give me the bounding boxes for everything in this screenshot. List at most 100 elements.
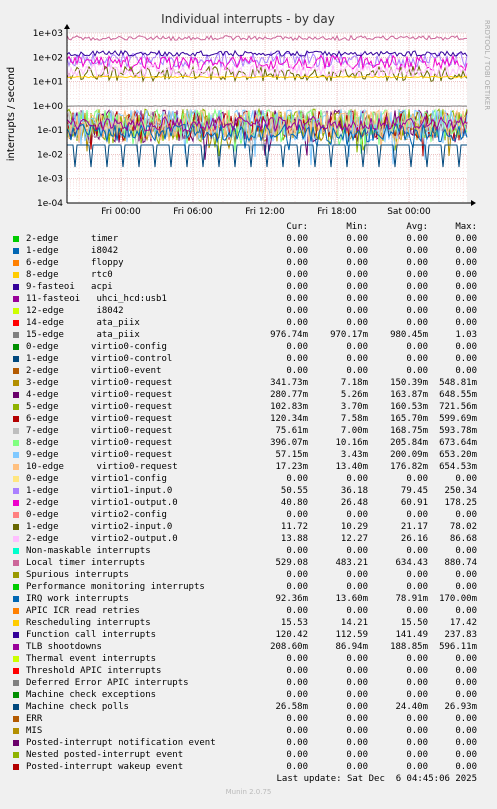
series-avg: 200.09m	[390, 449, 428, 461]
series-max: 170.00m	[439, 593, 477, 605]
series-max: 237.83	[444, 629, 477, 641]
legend-row: 2-edge virtio0-event0.000.000.000.00	[12, 365, 492, 377]
series-max: 0.00	[455, 305, 477, 317]
legend-swatch	[13, 380, 19, 386]
series-cur: 50.55	[281, 485, 308, 497]
legend-swatch	[13, 716, 19, 722]
x-axis-arrow	[471, 200, 476, 206]
series-cur: 57.15m	[275, 449, 308, 461]
series-name: Non-maskable interrupts	[26, 545, 151, 557]
series-avg: 0.00	[406, 689, 428, 701]
series-max: 17.42	[450, 617, 477, 629]
chart-title: Individual interrupts - by day	[161, 12, 335, 26]
series-name: Spurious interrupts	[26, 569, 129, 581]
y-tick-label: 1e+02	[33, 53, 63, 63]
series-min: 0.00	[346, 689, 368, 701]
legend-swatch	[13, 332, 19, 338]
series-cur: 0.00	[286, 569, 308, 581]
legend-row: 0-edge virtio0-config0.000.000.000.00	[12, 341, 492, 353]
series-max: 0.00	[455, 737, 477, 749]
series-max: 0.00	[455, 569, 477, 581]
series-avg: 26.16	[401, 533, 428, 545]
legend-row: 2-edge timer0.000.000.000.00	[12, 233, 492, 245]
legend-rows: 2-edge timer0.000.000.000.001-edge i8042…	[12, 233, 492, 773]
series-max: 0.00	[455, 581, 477, 593]
series-name: Function call interrupts	[26, 629, 156, 641]
legend-row: IRQ work interrupts92.36m13.60m78.91m170…	[12, 593, 492, 605]
series-min: 10.29	[341, 521, 368, 533]
series-max: 721.56m	[439, 401, 477, 413]
series-min: 7.58m	[341, 413, 368, 425]
series-max: 0.00	[455, 233, 477, 245]
series-avg: 0.00	[406, 233, 428, 245]
series-cur: 0.00	[286, 269, 308, 281]
series-min: 0.00	[346, 653, 368, 665]
legend-swatch	[13, 740, 19, 746]
series-avg: 141.49	[395, 629, 428, 641]
series-cur: 208.60m	[270, 641, 308, 653]
legend-swatch	[13, 524, 19, 530]
y-tick-label: 1e-01	[37, 126, 63, 136]
series-cur: 0.00	[286, 509, 308, 521]
legend-row: 1-edge i80420.000.000.000.00	[12, 245, 492, 257]
series-name: 15-edge ata_piix	[26, 329, 140, 341]
series-max: 0.00	[455, 473, 477, 485]
legend-swatch	[13, 440, 19, 446]
legend-row: Machine check exceptions0.000.000.000.00	[12, 689, 492, 701]
y-tick-label: 1e-03	[37, 175, 63, 185]
legend-swatch	[13, 584, 19, 590]
series-name: ERR	[26, 713, 42, 725]
legend-row: 5-edge virtio0-request102.83m3.70m160.53…	[12, 401, 492, 413]
series-cur: 0.00	[286, 677, 308, 689]
rrdtool-credit: RRDTOOL / TOBI OETIKER	[483, 20, 491, 110]
legend-swatch	[13, 572, 19, 578]
series-min: 483.21	[335, 557, 368, 569]
legend-swatch	[13, 752, 19, 758]
series-cur: 0.00	[286, 305, 308, 317]
series-cur: 0.00	[286, 245, 308, 257]
series-min: 14.21	[341, 617, 368, 629]
y-axis-arrow	[64, 24, 70, 29]
series-name: 1-edge virtio1-input.0	[26, 485, 172, 497]
series-min: 13.40m	[335, 461, 368, 473]
series-max: 0.00	[455, 725, 477, 737]
series-max: 0.00	[455, 653, 477, 665]
x-tick-label: Fri 18:00	[317, 207, 357, 217]
legend-row: 4-edge virtio0-request280.77m5.26m163.87…	[12, 389, 492, 401]
legend-swatch	[13, 560, 19, 566]
series-name: 0-edge virtio1-config	[26, 473, 167, 485]
legend-swatch	[13, 392, 19, 398]
legend-swatch	[13, 620, 19, 626]
series-max: 0.00	[455, 545, 477, 557]
series-cur: 0.00	[286, 233, 308, 245]
legend-row: Performance monitoring interrupts0.000.0…	[12, 581, 492, 593]
x-tick-label: Sat 00:00	[387, 207, 431, 217]
series-min: 0.00	[346, 569, 368, 581]
series-min: 0.00	[346, 305, 368, 317]
series-name: 1-edge virtio2-input.0	[26, 521, 172, 533]
legend-swatch	[13, 512, 19, 518]
series-max: 0.00	[455, 269, 477, 281]
legend-row: 1-edge virtio0-control0.000.000.000.00	[12, 353, 492, 365]
series-name: Deferred Error APIC interrupts	[26, 677, 189, 689]
series-min: 0.00	[346, 701, 368, 713]
legend-row: 0-edge virtio1-config0.000.000.000.00	[12, 473, 492, 485]
munin-footer: Munin 2.0.75	[0, 788, 497, 796]
series-name: Local timer interrupts	[26, 557, 145, 569]
series-avg: 0.00	[406, 605, 428, 617]
last-update-row: Last update: Sat Dec 6 04:45:06 2025	[12, 773, 492, 785]
series-cur: 0.00	[286, 665, 308, 677]
series-name: 9-fasteoi acpi	[26, 281, 113, 293]
series-name: Machine check polls	[26, 701, 129, 713]
series-min: 0.00	[346, 281, 368, 293]
series-avg: 160.53m	[390, 401, 428, 413]
legend-swatch	[13, 296, 19, 302]
series-avg: 0.00	[406, 761, 428, 773]
legend-row: 9-edge virtio0-request57.15m3.43m200.09m…	[12, 449, 492, 461]
series-name: 0-edge virtio2-config	[26, 509, 167, 521]
series-avg: 980.45m	[390, 329, 428, 341]
series-avg: 0.00	[406, 545, 428, 557]
series-cur: 0.00	[286, 281, 308, 293]
series-avg: 24.40m	[395, 701, 428, 713]
series-avg: 188.85m	[390, 641, 428, 653]
